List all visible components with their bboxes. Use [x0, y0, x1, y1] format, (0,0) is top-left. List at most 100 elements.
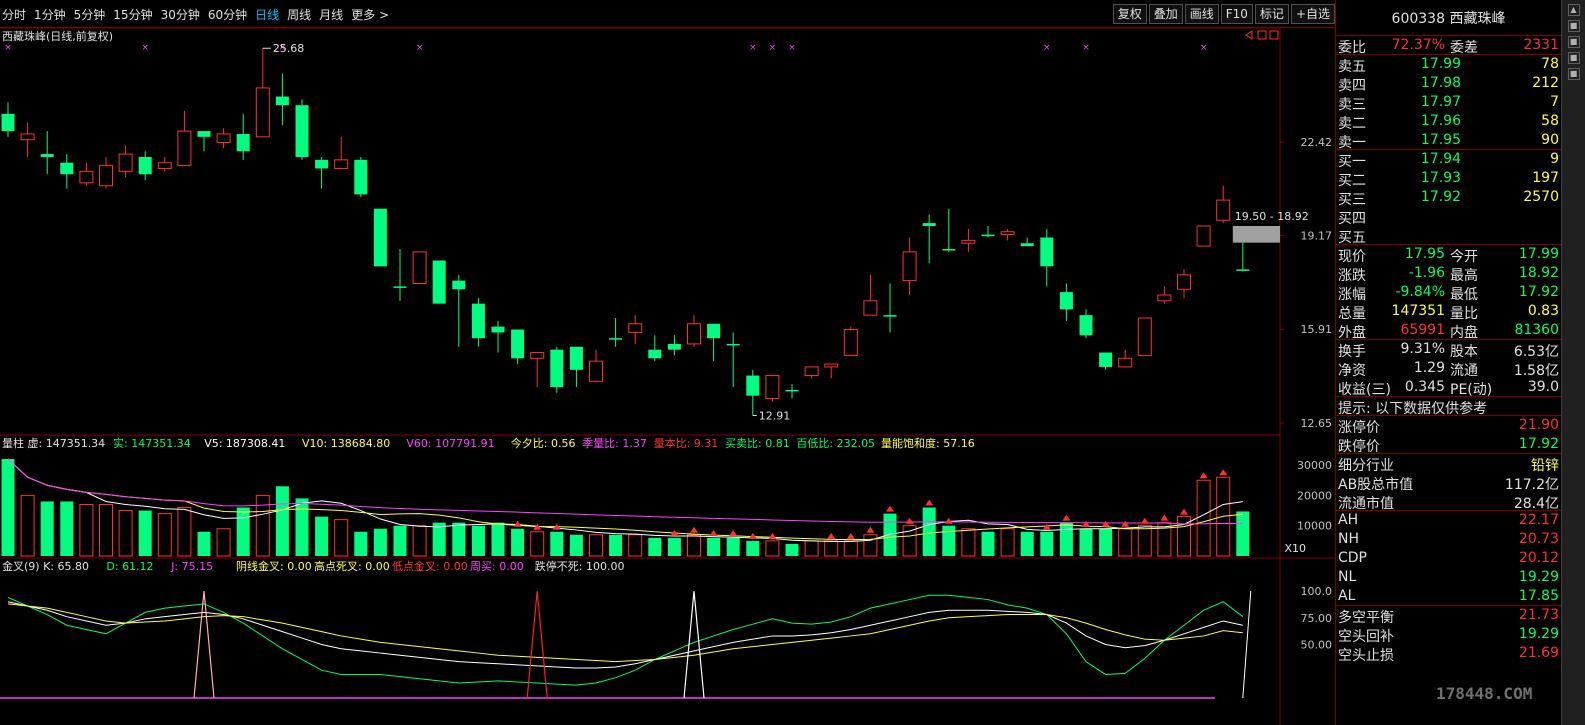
volume-bar[interactable] — [511, 528, 525, 556]
diamond-icon[interactable] — [1245, 30, 1253, 40]
candle[interactable] — [569, 346, 583, 388]
restore-icon[interactable] — [1257, 30, 1267, 40]
candle[interactable] — [824, 363, 839, 379]
candle[interactable] — [432, 260, 446, 304]
candle[interactable] — [491, 320, 505, 353]
volume-bar[interactable] — [648, 537, 662, 556]
candle[interactable] — [157, 156, 172, 172]
kline-chart[interactable]: 西藏珠峰(日线,前复权) 22.42 19.17 15.91 12.65 × × × × × × × ×… — [0, 27, 1335, 725]
volume-bar[interactable] — [609, 534, 623, 556]
volume-bar[interactable] — [236, 507, 250, 556]
volume-bar[interactable] — [942, 525, 956, 556]
candle[interactable] — [648, 335, 662, 362]
maximize-icon[interactable] — [1269, 30, 1279, 40]
candle[interactable] — [609, 318, 623, 347]
candle[interactable] — [177, 110, 192, 167]
candle[interactable] — [707, 323, 721, 362]
volume-bar[interactable] — [746, 540, 760, 556]
volume-bar[interactable] — [824, 540, 839, 557]
volume-bar[interactable] — [981, 531, 995, 556]
chart-area[interactable]: 西藏珠峰(日线,前复权) 22.42 19.17 15.91 12.65 × × × × × × × ×… — [0, 27, 1335, 725]
scroll-up-icon[interactable]: ▲ — [1567, 4, 1580, 16]
volume-bar[interactable] — [79, 503, 94, 557]
volume-bar[interactable] — [491, 522, 505, 556]
volume-bar[interactable] — [804, 540, 819, 557]
candle[interactable] — [60, 154, 74, 189]
candle[interactable] — [863, 274, 878, 316]
candle[interactable] — [1118, 349, 1133, 368]
candle[interactable] — [334, 136, 349, 169]
candle[interactable] — [1196, 225, 1211, 247]
volume-bar[interactable] — [550, 531, 564, 556]
candle[interactable] — [1040, 228, 1054, 287]
period-tab-3[interactable]: 15分钟 — [113, 6, 152, 23]
candle[interactable] — [216, 128, 231, 149]
candle[interactable] — [942, 208, 956, 252]
candle[interactable] — [1059, 283, 1073, 321]
volume-bar[interactable] — [785, 543, 799, 556]
tool-button-2[interactable]: 画线 — [1184, 4, 1219, 24]
candle[interactable] — [315, 156, 329, 189]
candle[interactable] — [1020, 237, 1034, 247]
candle[interactable] — [1137, 317, 1152, 356]
candle[interactable] — [275, 73, 289, 126]
tool-button-0[interactable]: 复权 — [1112, 4, 1147, 24]
volume-bar[interactable] — [275, 486, 289, 556]
candle[interactable] — [883, 283, 897, 333]
tool-button-1[interactable]: 叠加 — [1148, 4, 1183, 24]
tab-icon[interactable]: ■ — [1567, 68, 1580, 80]
candle[interactable] — [1, 102, 15, 137]
volume-bar[interactable] — [863, 534, 878, 557]
volume-bar[interactable] — [1099, 528, 1113, 556]
volume-bar[interactable] — [1118, 528, 1133, 557]
volume-bar[interactable] — [1079, 528, 1093, 556]
volume-bar[interactable] — [157, 513, 172, 557]
period-tab-7[interactable]: 周线 — [287, 6, 311, 23]
volume-bar[interactable] — [726, 537, 740, 556]
volume-bar[interactable] — [530, 531, 545, 557]
candle[interactable] — [373, 208, 387, 267]
volume-bar[interactable] — [432, 522, 446, 556]
candle[interactable] — [1177, 269, 1191, 298]
volume-bar[interactable] — [667, 537, 681, 556]
tool-button-3[interactable]: F10 — [1220, 4, 1253, 24]
volume-bar[interactable] — [60, 501, 74, 556]
candle[interactable] — [354, 156, 368, 198]
candle[interactable] — [530, 352, 545, 388]
candle[interactable] — [785, 384, 799, 399]
volume-bar[interactable] — [589, 534, 603, 557]
candle[interactable] — [20, 122, 35, 157]
volume-bar[interactable] — [216, 528, 231, 557]
candle[interactable] — [471, 297, 485, 347]
candle[interactable] — [765, 375, 780, 402]
candle[interactable] — [138, 151, 152, 180]
period-tab-4[interactable]: 30分钟 — [161, 6, 200, 23]
volume-bar[interactable] — [1000, 528, 1015, 557]
volume-bar[interactable] — [177, 507, 192, 557]
volume-bar[interactable] — [687, 534, 701, 557]
candle[interactable] — [726, 332, 740, 388]
volume-bar[interactable] — [138, 510, 152, 556]
volume-bar[interactable] — [628, 534, 643, 557]
candle[interactable] — [1079, 309, 1093, 339]
volume-bar[interactable] — [412, 525, 427, 557]
volume-bar[interactable] — [902, 525, 917, 557]
candle[interactable] — [1157, 286, 1172, 304]
period-tab-1[interactable]: 1分钟 — [34, 6, 66, 23]
candle[interactable] — [412, 251, 427, 285]
candle[interactable] — [961, 228, 976, 252]
volume-bar[interactable] — [1196, 479, 1211, 557]
volume-bar[interactable] — [961, 528, 976, 557]
volume-bar[interactable] — [295, 498, 309, 556]
volume-bar[interactable] — [334, 519, 349, 557]
candle[interactable] — [511, 329, 525, 365]
candle[interactable] — [550, 346, 564, 393]
volume-bar[interactable] — [393, 525, 407, 556]
candle[interactable] — [236, 113, 250, 160]
candle[interactable] — [843, 326, 858, 356]
candle[interactable] — [687, 315, 701, 347]
volume-bar[interactable] — [1020, 531, 1034, 556]
candle[interactable] — [79, 162, 94, 186]
volume-bar[interactable] — [569, 534, 583, 556]
period-tab-9[interactable]: 更多 > — [351, 6, 389, 23]
